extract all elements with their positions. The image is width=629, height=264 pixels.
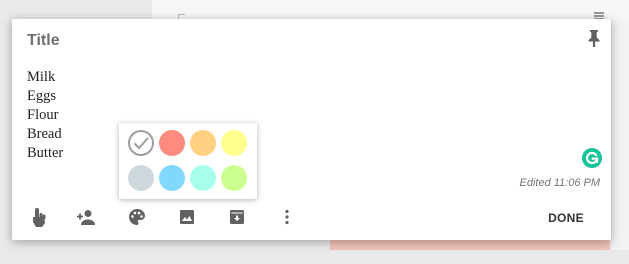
color-swatch-gray[interactable] <box>128 165 154 191</box>
more-icon[interactable] <box>277 207 297 227</box>
remind-me-icon[interactable] <box>29 207 49 227</box>
note-line: Milk <box>27 69 56 85</box>
color-swatch-red[interactable] <box>159 130 185 156</box>
color-picker-popup <box>119 123 257 199</box>
note-line: Flour <box>27 107 59 123</box>
note-body[interactable]: Milk Eggs Flour Bread Butter <box>27 68 63 163</box>
change-color-icon[interactable] <box>127 207 147 227</box>
note-line: Butter <box>27 145 64 161</box>
color-swatch-yellow[interactable] <box>221 130 247 156</box>
color-swatch-green[interactable] <box>221 165 247 191</box>
color-swatch-orange[interactable] <box>190 130 216 156</box>
add-image-icon[interactable] <box>177 207 197 227</box>
note-editor-card: Title Milk Eggs Flour Bread Butter Edite… <box>12 19 611 240</box>
grammarly-icon[interactable] <box>582 148 602 168</box>
color-swatch-default[interactable] <box>128 130 154 156</box>
color-swatch-blue[interactable] <box>159 165 185 191</box>
archive-icon[interactable] <box>227 207 247 227</box>
note-line: Bread <box>27 126 62 142</box>
background-card <box>152 0 629 20</box>
background-panel <box>612 20 629 250</box>
collaborator-icon[interactable] <box>76 207 96 227</box>
color-swatch-teal[interactable] <box>190 165 216 191</box>
done-button[interactable]: DONE <box>538 208 594 228</box>
pin-icon[interactable] <box>586 29 602 47</box>
note-line: Eggs <box>27 88 56 104</box>
edited-timestamp: Edited 11:06 PM <box>519 177 600 189</box>
background-bar <box>330 240 610 250</box>
note-title[interactable]: Title <box>27 32 60 50</box>
